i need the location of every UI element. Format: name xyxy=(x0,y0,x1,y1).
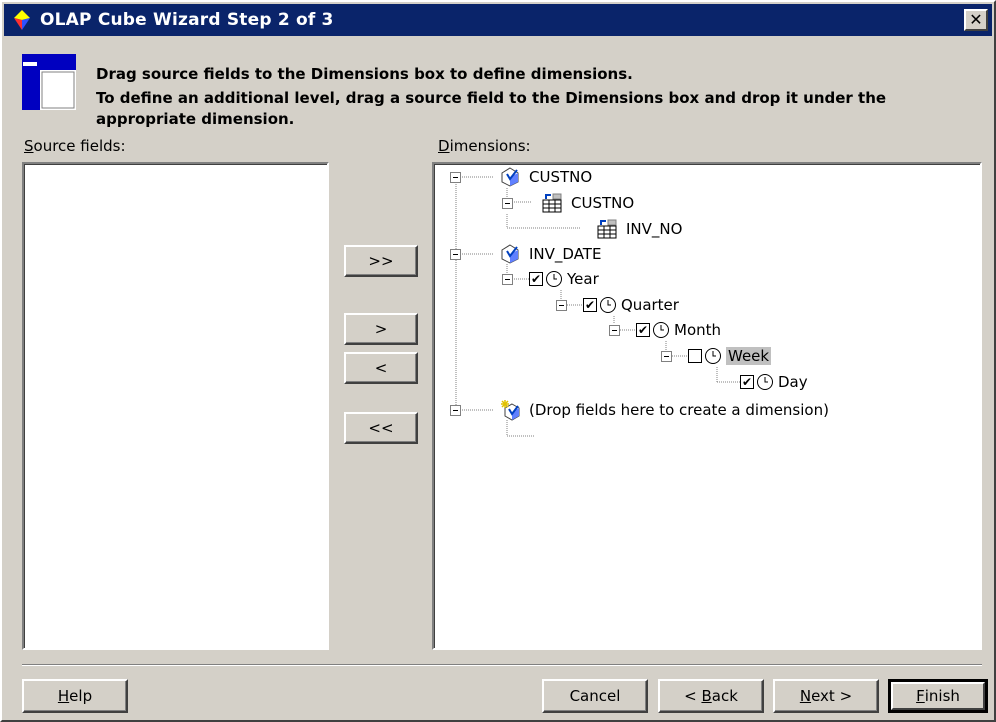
tree-node-custno-dimension[interactable]: CUSTNO xyxy=(450,166,592,188)
collapse-icon[interactable] xyxy=(609,324,620,336)
clock-icon xyxy=(757,374,773,390)
olap-cube-icon xyxy=(14,10,30,30)
remove-button[interactable]: < xyxy=(344,352,418,384)
tree-label: Quarter xyxy=(621,296,679,314)
collapse-icon[interactable] xyxy=(502,273,513,285)
close-button[interactable]: ✕ xyxy=(964,9,988,31)
clock-icon xyxy=(705,348,721,364)
week-checkbox[interactable] xyxy=(688,349,702,363)
help-button[interactable]: Help xyxy=(22,679,128,713)
clock-icon xyxy=(600,297,616,313)
tree-node-custno-level[interactable]: CUSTNO xyxy=(502,192,634,214)
tree-node-day[interactable]: ✔ Day xyxy=(740,371,808,393)
tree-label: CUSTNO xyxy=(529,168,593,186)
tree-label: CUSTNO xyxy=(571,194,635,212)
day-checkbox[interactable]: ✔ xyxy=(740,375,754,389)
quarter-checkbox[interactable]: ✔ xyxy=(583,298,597,312)
wizard-header-icon xyxy=(22,54,76,110)
month-checkbox[interactable]: ✔ xyxy=(636,323,650,337)
collapse-icon[interactable] xyxy=(556,299,567,311)
remove-all-button[interactable]: << xyxy=(344,412,418,444)
dimensions-tree[interactable]: CUSTNO CUSTNO INV_NO INV_DATE ✔ Year ✔ Q… xyxy=(432,162,982,650)
title-bar[interactable]: OLAP Cube Wizard Step 2 of 3 ✕ xyxy=(4,4,992,36)
tree-node-week[interactable]: Week xyxy=(661,345,772,367)
tree-node-month[interactable]: ✔ Month xyxy=(609,319,721,341)
collapse-icon[interactable] xyxy=(661,350,672,362)
tree-label: Month xyxy=(674,321,722,339)
dimension-icon xyxy=(501,244,519,264)
dimension-icon xyxy=(501,167,519,187)
tree-node-inv-no-level[interactable]: INV_NO xyxy=(596,218,682,240)
clock-icon xyxy=(546,271,562,287)
collapse-icon[interactable] xyxy=(502,197,513,209)
collapse-icon[interactable] xyxy=(450,171,461,183)
dimensions-label: Dimensions: xyxy=(438,137,531,155)
footer-separator xyxy=(22,664,982,666)
tree-label: INV_DATE xyxy=(529,245,602,263)
instruction-line-2: To define an additional level, drag a so… xyxy=(96,89,887,128)
tree-label: Day xyxy=(778,373,808,391)
next-button[interactable]: Next > xyxy=(773,679,879,713)
source-fields-list[interactable] xyxy=(22,162,329,650)
tree-label: (Drop fields here to create a dimension) xyxy=(529,401,829,419)
collapse-icon[interactable] xyxy=(450,248,461,260)
window-title: OLAP Cube Wizard Step 2 of 3 xyxy=(40,10,334,30)
tree-node-drop-target[interactable]: (Drop fields here to create a dimension) xyxy=(450,399,829,421)
tree-node-year[interactable]: ✔ Year xyxy=(502,268,599,290)
tree-label: Year xyxy=(567,270,599,288)
tree-node-inv-date-dimension[interactable]: INV_DATE xyxy=(450,243,601,265)
add-button[interactable]: > xyxy=(344,313,418,345)
instruction-line-1: Drag source fields to the Dimensions box… xyxy=(96,65,633,83)
cancel-button[interactable]: Cancel xyxy=(542,679,648,713)
collapse-icon[interactable] xyxy=(450,404,461,416)
source-fields-label: Source fields: xyxy=(24,137,126,155)
year-checkbox[interactable]: ✔ xyxy=(529,272,543,286)
level-table-icon xyxy=(542,193,562,213)
new-dimension-icon xyxy=(501,400,520,421)
finish-button[interactable]: Finish xyxy=(888,679,988,713)
close-icon: ✕ xyxy=(969,10,983,29)
tree-node-quarter[interactable]: ✔ Quarter xyxy=(556,294,679,316)
tree-label: INV_NO xyxy=(626,220,683,238)
tree-label-selected: Week xyxy=(726,347,772,365)
clock-icon xyxy=(653,322,669,338)
wizard-window: OLAP Cube Wizard Step 2 of 3 ✕ Drag sour… xyxy=(0,0,996,722)
level-table-icon xyxy=(597,219,617,239)
add-all-button[interactable]: >> xyxy=(344,245,418,277)
back-button[interactable]: < Back xyxy=(658,679,764,713)
